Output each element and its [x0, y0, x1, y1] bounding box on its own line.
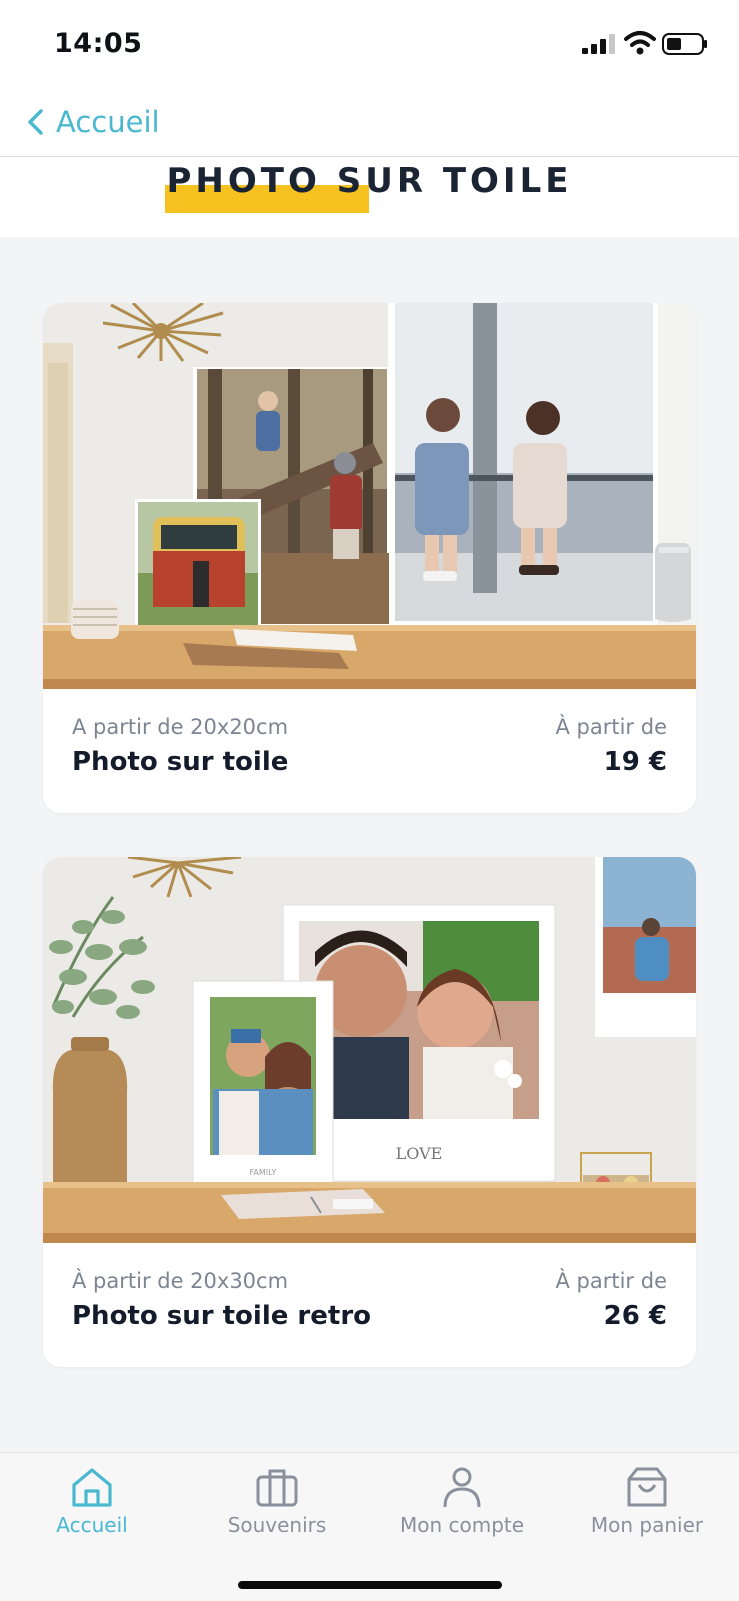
navigation-bar: Accueil [0, 88, 739, 157]
back-button[interactable]: Accueil [26, 102, 160, 142]
product-size: A partir de 20x20cm [72, 715, 289, 739]
back-button-label: Accueil [56, 105, 160, 139]
tab-label: Souvenirs [227, 1513, 327, 1537]
price-prefix: À partir de [555, 715, 667, 739]
user-icon [443, 1467, 481, 1508]
tab-bar: Accueil Souvenirs Mon compte Mon panier [0, 1452, 739, 1601]
battery-icon [662, 33, 707, 55]
product-card-photo-sur-toile[interactable]: A partir de 20x20cm Photo sur toile À pa… [43, 303, 696, 813]
home-icon [72, 1468, 112, 1507]
product-size: À partir de 20x30cm [72, 1269, 289, 1293]
tab-accueil[interactable]: Accueil [0, 1453, 184, 1563]
product-image-retro-canvas: LOVE FAMILY [43, 857, 696, 1243]
tab-mon-panier[interactable]: Mon panier [555, 1453, 739, 1563]
bag-icon [627, 1467, 667, 1507]
tab-souvenirs[interactable]: Souvenirs [185, 1453, 369, 1563]
tab-label: Mon compte [399, 1513, 525, 1537]
price-prefix: À partir de [555, 1269, 667, 1293]
canvas-print-label-love: LOVE [396, 1144, 443, 1163]
product-list[interactable]: PHOTO SUR TOILE A partir de 20x20cm Phot… [0, 157, 739, 1452]
home-indicator [238, 1581, 502, 1589]
product-price: 26 € [603, 1301, 667, 1331]
product-image-canvas-photos [43, 303, 696, 689]
cellular-signal-icon [582, 34, 615, 54]
briefcase-icon [256, 1469, 298, 1507]
canvas-print-label-family: FAMILY [250, 1168, 277, 1177]
product-name: Photo sur toile [72, 747, 289, 777]
tab-mon-compte[interactable]: Mon compte [370, 1453, 554, 1563]
wifi-icon [624, 31, 656, 55]
product-price: 19 € [603, 747, 667, 777]
status-bar: 14:05 [0, 0, 739, 88]
page-title-area: PHOTO SUR TOILE [0, 157, 739, 237]
product-info: A partir de 20x20cm Photo sur toile À pa… [43, 689, 696, 813]
product-card-photo-sur-toile-retro[interactable]: LOVE FAMILY À partir de 20x30cm Photo su… [43, 857, 696, 1367]
page-title: PHOTO SUR TOILE [166, 161, 573, 201]
product-name: Photo sur toile retro [72, 1301, 371, 1331]
product-info: À partir de 20x30cm Photo sur toile retr… [43, 1243, 696, 1367]
tab-label: Accueil [56, 1513, 128, 1537]
status-time: 14:05 [54, 28, 143, 59]
chevron-left-icon [28, 109, 43, 135]
tab-label: Mon panier [590, 1513, 704, 1537]
